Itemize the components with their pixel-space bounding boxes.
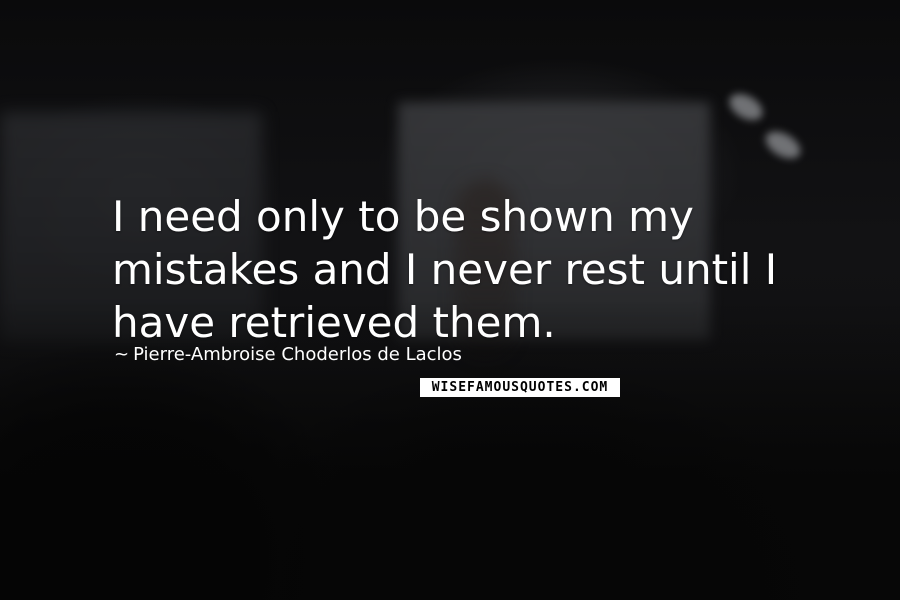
quote-image: I need only to be shown my mistakes and … <box>0 0 900 600</box>
ceiling-light <box>724 88 768 126</box>
quote-author: ~ Pierre-Ambroise Choderlos de Laclos <box>114 343 462 367</box>
ceiling-light <box>761 125 805 165</box>
author-prefix: ~ <box>114 344 130 365</box>
quote-text: I need only to be shown my mistakes and … <box>112 192 778 347</box>
author-name: Pierre-Ambroise Choderlos de Laclos <box>133 344 462 365</box>
site-watermark: WISEFAMOUSQUOTES.COM <box>420 378 620 397</box>
